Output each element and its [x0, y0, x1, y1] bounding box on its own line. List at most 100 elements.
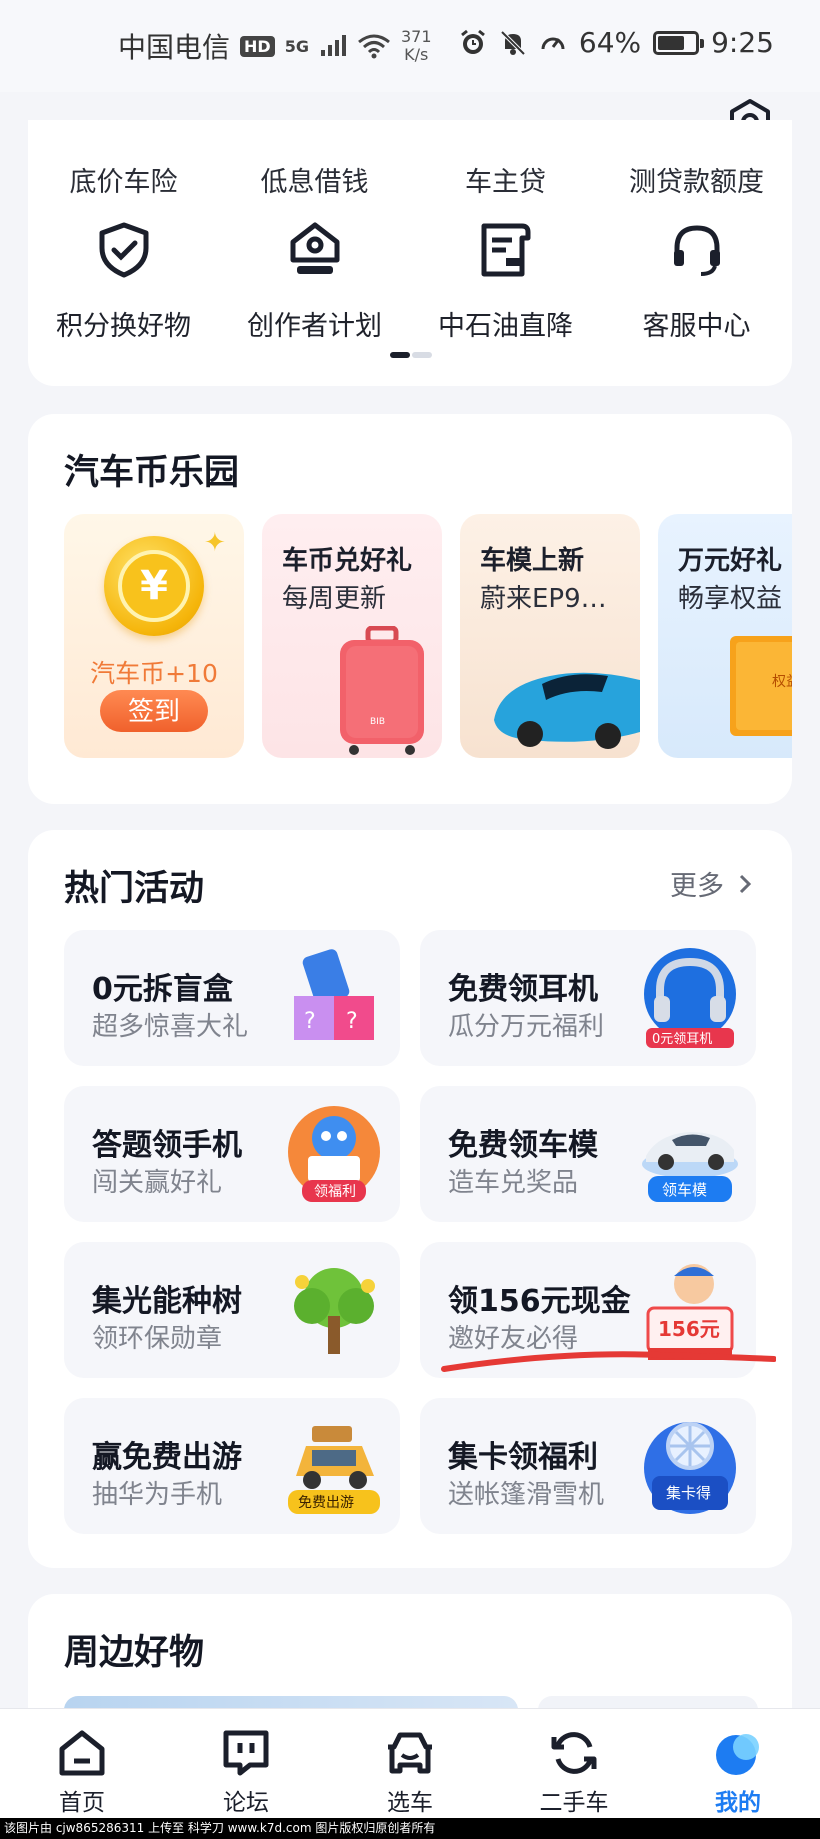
coin-tile-car-model[interactable]: 车模上新 蔚来EP9… [460, 514, 640, 758]
activity-free-trip[interactable]: 赢免费出游 抽华为手机 免费出游 [64, 1398, 400, 1534]
coin-park-title: 汽车币乐园 [64, 453, 240, 493]
services-cut-row: 底价车险 低息借钱 车主贷 测贷款额度 [28, 160, 792, 210]
activity-badge: 集卡得 [666, 1484, 711, 1502]
activity-title: 免费领车模 [448, 1128, 598, 1163]
hot-activities-card: 热门活动 更多 0元拆盲盒 超多惊喜大礼 ? ? 免费领耳机 瓜分万元福利 0元… [28, 830, 792, 1568]
service-item-points-mall[interactable]: 积分换好物 [28, 220, 219, 343]
more-link[interactable]: 更多 [670, 864, 752, 903]
coin-reward-text: 汽车币+10 [90, 659, 218, 688]
nav-profile[interactable]: 我的 [656, 1709, 820, 1818]
activity-free-earphones[interactable]: 免费领耳机 瓜分万元福利 0元领耳机 [420, 930, 756, 1066]
sign-in-button[interactable]: 签到 [100, 690, 208, 732]
suitcase-image: BIB [340, 626, 424, 755]
service-label-cut[interactable]: 车主贷 [410, 160, 601, 210]
activity-subtitle: 造车兑奖品 [448, 1168, 579, 1198]
nav-label: 论坛 [223, 1790, 269, 1816]
hd-badge: HD [240, 35, 275, 57]
shield-check-icon [99, 222, 148, 278]
nav-label: 首页 [59, 1790, 105, 1816]
activity-badge: 免费出游 [298, 1495, 354, 1511]
more-link-label: 更多 [670, 871, 724, 902]
service-item-creator-plan[interactable]: 创作者计划 [219, 220, 410, 343]
svg-text:权益: 权益 [772, 674, 792, 690]
car-model-image: 领车模 [642, 1132, 738, 1202]
coin-symbol: ¥ [118, 550, 190, 622]
nav-label: 选车 [387, 1790, 433, 1816]
nav-home[interactable]: 首页 [0, 1709, 164, 1818]
nav-label: 我的 [715, 1790, 761, 1816]
page-indicator [390, 352, 432, 358]
net-speed-value: 371 [400, 27, 432, 46]
chevron-right-icon [739, 874, 752, 893]
net-speed: 371 K/s [401, 28, 432, 64]
activity-collect-cards[interactable]: 集卡领福利 送帐篷滑雪机 集卡得 [420, 1398, 756, 1534]
service-item-label: 中石油直降 [438, 311, 573, 342]
activity-solar-tree[interactable]: 集光能种树 领环保勋章 [64, 1242, 400, 1378]
headphones-image: 0元领耳机 [644, 948, 736, 1048]
mute-bell-icon [500, 30, 526, 55]
race-car-image [494, 672, 640, 749]
activity-badge: 领福利 [314, 1184, 356, 1200]
service-label-cut[interactable]: 低息借钱 [219, 160, 410, 210]
activity-subtitle: 瓜分万元福利 [448, 1012, 605, 1042]
suv-trip-image: 免费出游 [288, 1426, 380, 1514]
activity-subtitle: 抽华为手机 [92, 1480, 223, 1510]
carrier-name: 中国电信 [118, 31, 231, 64]
status-bar: 中国电信 HD 5G 371 K/s 64% 9:25 [0, 0, 820, 92]
red-underline-annotation [441, 1351, 776, 1372]
coin-tile-big-gifts[interactable]: 万元好礼 畅享权益 权益 [658, 514, 792, 758]
svg-text:BIB: BIB [370, 717, 385, 727]
coin-tile-gifts[interactable]: 车币兑好礼 每周更新 BIB [262, 514, 442, 758]
nav-choose-car[interactable]: 选车 [328, 1709, 492, 1818]
activity-subtitle: 闯关赢好礼 [92, 1168, 223, 1198]
activity-free-car-model[interactable]: 免费领车模 造车兑奖品 领车模 [420, 1086, 756, 1222]
svg-text:?: ? [304, 1009, 316, 1034]
refresh-icon [551, 1732, 597, 1774]
activity-blind-box[interactable]: 0元拆盲盒 超多惊喜大礼 ? ? [64, 930, 400, 1066]
tree-image [294, 1268, 375, 1354]
creator-badge-icon [290, 222, 339, 274]
activity-title: 集光能种树 [92, 1284, 242, 1319]
activity-subtitle: 超多惊喜大礼 [92, 1012, 249, 1042]
robot-gift-image: 领福利 [288, 1106, 380, 1202]
signal-bars-icon [320, 35, 346, 56]
tile-subtitle: 蔚来EP9… [480, 584, 607, 614]
watermark-footer: 该图片由 cjw865286311 上传至 科学刀 www.k7d.com 图片… [0, 1818, 820, 1839]
activity-title: 集卡领福利 [448, 1440, 598, 1475]
coin-park-card: 汽车币乐园 ¥ ✦ 汽车币+10 签到 车币兑好礼 每周更新 BIB 车模上新 … [28, 414, 792, 804]
wifi-icon [358, 34, 390, 59]
car-icon [388, 1732, 432, 1774]
nav-forum[interactable]: 论坛 [164, 1709, 328, 1818]
nav-used-car[interactable]: 二手车 [492, 1709, 656, 1818]
activity-badge: 156元 [658, 1317, 720, 1341]
activity-title: 0元拆盲盒 [92, 972, 233, 1007]
activity-subtitle: 领环保勋章 [92, 1324, 223, 1354]
alarm-icon [460, 29, 485, 54]
service-label-cut[interactable]: 测贷款额度 [601, 160, 792, 210]
headset-icon [673, 225, 720, 276]
tile-title: 车模上新 [480, 546, 585, 576]
service-item-fuel-discount[interactable]: 中石油直降 [410, 220, 601, 343]
battery-percent: 64% [578, 26, 642, 59]
tile-subtitle: 畅享权益 [678, 584, 783, 614]
battery-icon [653, 30, 705, 55]
tile-title: 万元好礼 [678, 546, 783, 576]
activity-badge: 领车模 [662, 1181, 707, 1199]
fan-card-image: 集卡得 [644, 1422, 736, 1514]
service-item-label: 客服中心 [642, 311, 751, 342]
activity-quiz-phone[interactable]: 答题领手机 闯关赢好礼 领福利 [64, 1086, 400, 1222]
sign-in-tile[interactable]: ¥ ✦ 汽车币+10 签到 [64, 514, 244, 758]
signal-5g-icon: 5G [284, 36, 309, 56]
tile-title: 车币兑好礼 [282, 546, 413, 576]
hot-activities-title: 热门活动 [64, 869, 205, 909]
clock: 9:25 [711, 26, 774, 59]
home-icon [59, 1730, 105, 1776]
activity-title: 答题领手机 [92, 1128, 242, 1163]
profile-icon [716, 1734, 759, 1775]
tile-subtitle: 每周更新 [282, 584, 387, 614]
service-label-cut[interactable]: 底价车险 [28, 160, 219, 210]
activity-title: 免费领耳机 [448, 972, 598, 1007]
service-item-customer-service[interactable]: 客服中心 [601, 220, 792, 343]
service-item-label: 积分换好物 [56, 311, 191, 342]
coin-icon: ¥ [104, 536, 204, 636]
